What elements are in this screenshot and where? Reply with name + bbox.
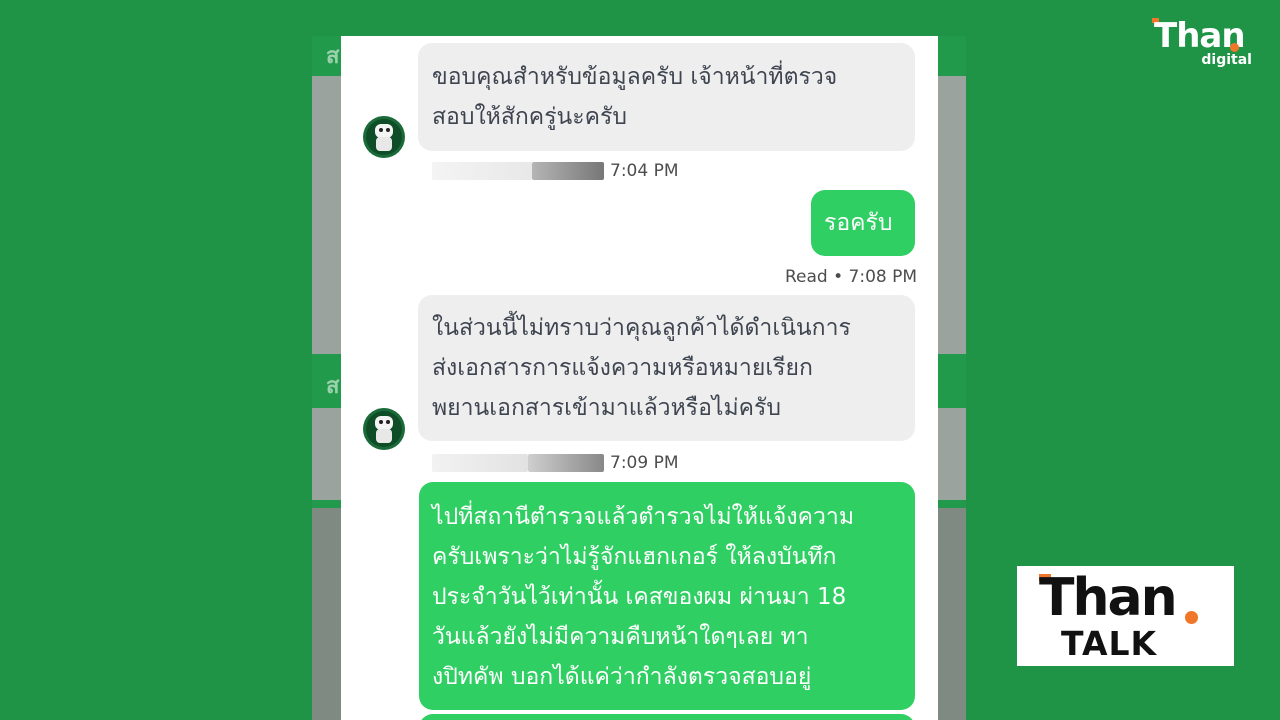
chat-panel[interactable]: ขอบคุณสำหรับข้อมูลครับ เจ้าหน้าที่ตรวจ ส… xyxy=(341,36,938,720)
incoming-message-bubble[interactable]: ขอบคุณสำหรับข้อมูลครับ เจ้าหน้าที่ตรวจ ส… xyxy=(418,43,915,151)
logo-subtitle: TALK xyxy=(1061,624,1158,663)
message-line: พยานเอกสารเข้ามาแล้วหรือไม่ครับ xyxy=(432,395,781,421)
message-meta: 7:09 PM xyxy=(432,453,679,473)
logo-accent-dot xyxy=(1230,43,1239,52)
message-line: ไปที่สถานีตำรวจแล้วตำรวจไม่ให้แจ้งความ xyxy=(432,504,854,530)
agent-avatar[interactable] xyxy=(363,116,405,158)
message-line: ส่งเอกสารการแจ้งความหรือหมายเรียก xyxy=(432,355,813,381)
logo-subtitle: digital xyxy=(1201,52,1252,68)
logo-word: Than xyxy=(1039,568,1178,628)
outgoing-message-bubble-partial[interactable] xyxy=(419,714,915,720)
message-meta: 7:04 PM xyxy=(432,161,679,181)
outgoing-message-bubble[interactable]: รอครับ xyxy=(811,190,915,256)
message-line: ในส่วนนี้ไม่ทราบว่าคุณลูกค้าได้ดำเนินการ xyxy=(432,315,851,341)
redacted-sender-name xyxy=(528,454,604,472)
outgoing-message-bubble[interactable]: ไปที่สถานีตำรวจแล้วตำรวจไม่ให้แจ้งความ ค… xyxy=(419,482,915,710)
message-time: 7:04 PM xyxy=(610,161,679,181)
than-digital-logo: Than digital xyxy=(1150,16,1262,72)
incoming-message-bubble[interactable]: ในส่วนนี้ไม่ทราบว่าคุณลูกค้าได้ดำเนินการ… xyxy=(418,295,915,441)
background-fragment: ส xyxy=(326,44,340,69)
message-line: สอบให้สักครู่นะครับ xyxy=(432,104,627,130)
agent-avatar[interactable] xyxy=(363,408,405,450)
redacted-sender-name xyxy=(432,454,528,472)
background-fragment: ส xyxy=(326,374,340,399)
than-talk-logo: Than TALK xyxy=(1017,566,1234,666)
message-line: ขอบคุณสำหรับข้อมูลครับ เจ้าหน้าที่ตรวจ xyxy=(432,64,838,90)
read-receipt: Read • 7:08 PM xyxy=(785,267,918,287)
redacted-sender-name xyxy=(432,162,532,180)
message-line: รอครับ xyxy=(824,210,893,236)
message-line: ประจำวันไว้เท่านั้น เคสของผม ผ่านมา 18 xyxy=(432,584,847,610)
message-line: ครับเพราะว่าไม่รู้จักแฮกเกอร์ ให้ลงบันทึ… xyxy=(432,544,837,570)
message-line: วันแล้วยังไม่มีความคืบหน้าใดๆเลย ทา xyxy=(432,624,809,650)
message-line: งปิทคัพ บอกได้แค่ว่ากำลังตรวจสอบอยู่ xyxy=(432,664,812,690)
logo-accent-dot xyxy=(1185,611,1198,624)
redacted-sender-name xyxy=(532,162,604,180)
message-time: 7:09 PM xyxy=(610,453,679,473)
